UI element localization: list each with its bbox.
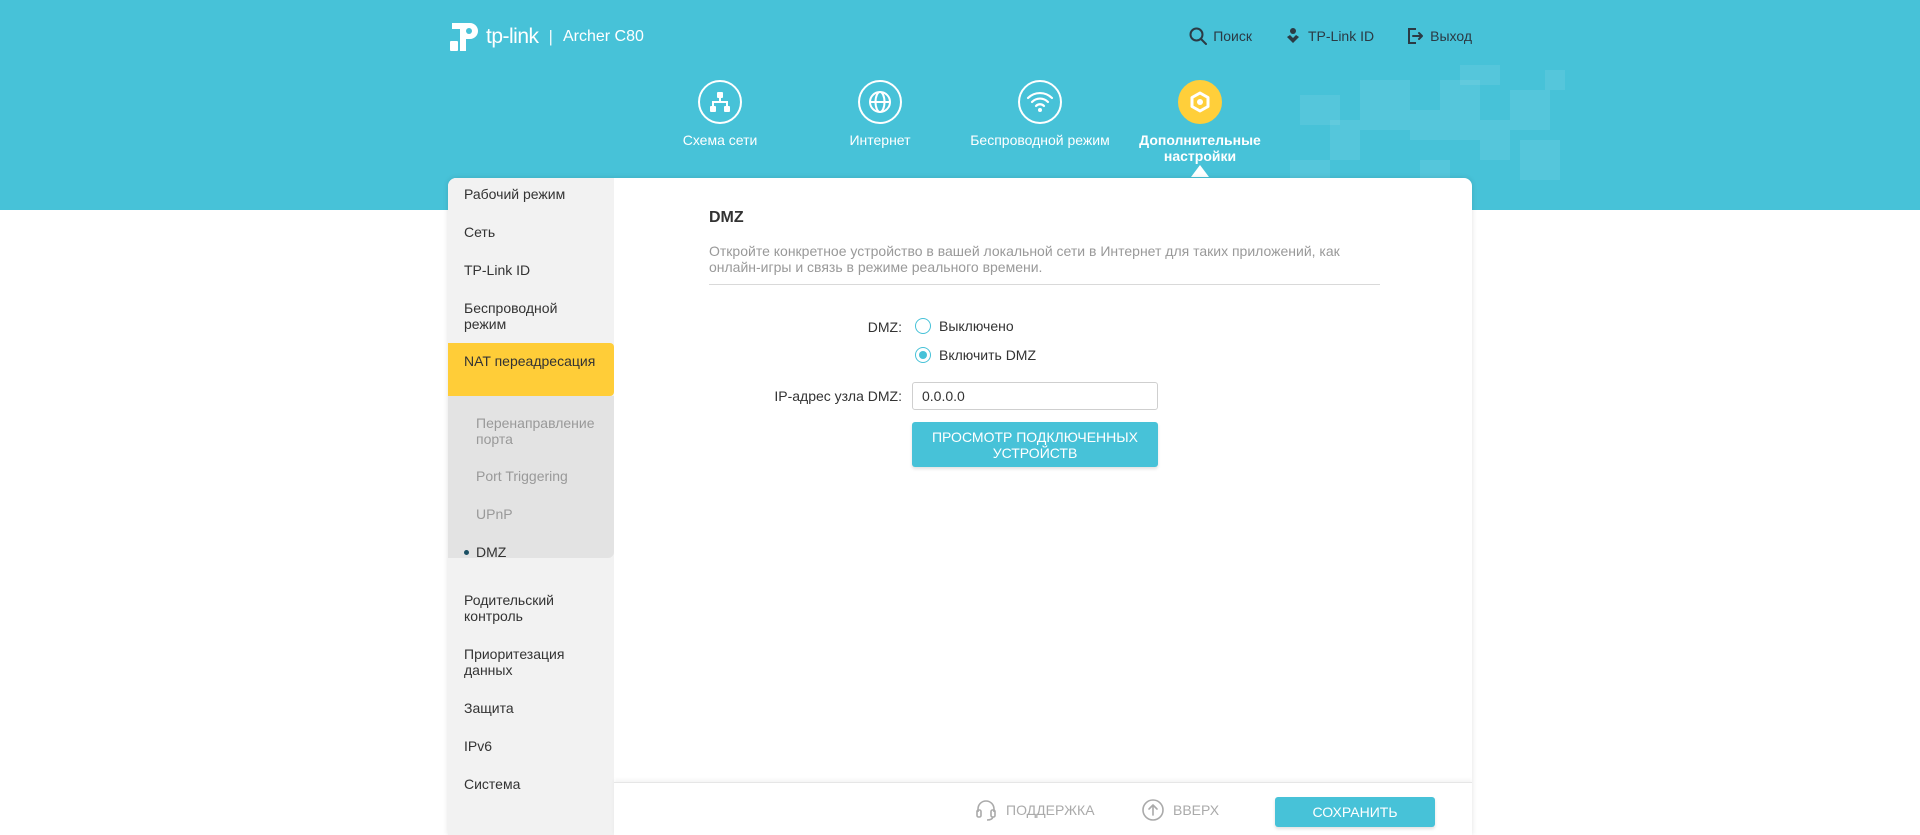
tab-internet-label: Интернет [849,132,911,148]
main-nav: Схема сети Интернет Беспроводной режим Д… [0,78,1920,178]
sidebar-item-operation-mode[interactable]: Рабочий режим [448,186,614,202]
back-to-top-label: ВВЕРХ [1173,802,1220,818]
sidebar-item-nat-forwarding[interactable]: NAT переадресация [448,343,614,396]
section-divider [709,284,1380,285]
sidebar-item-system[interactable]: Система [448,776,614,792]
headset-icon [976,800,996,821]
page-title: DMZ [709,209,744,226]
logout-button[interactable]: Выход [1406,27,1472,45]
gear-icon [1178,80,1222,124]
brand-separator: | [548,27,553,46]
dmz-on-label: Включить DMZ [939,347,1037,363]
sidebar-item-wireless[interactable]: Беспроводной режим [448,300,614,332]
tab-wireless-label: Беспроводной режим [970,132,1110,148]
nat-submenu: Перенаправление порта Port Triggering UP… [448,396,614,560]
network-map-icon [698,80,742,124]
tplink-logo[interactable]: tp-link | Archer C80 [448,19,644,55]
logout-icon [1408,28,1424,44]
page-description: Откройте конкретное устройство в вашей л… [709,243,1340,275]
tab-advanced[interactable]: Дополнительные настройки [1125,78,1275,164]
dmz-on-radio-circle [915,347,931,363]
dmz-off-radio[interactable]: Выключено [915,318,1014,334]
top-actions: Поиск TP-Link ID Выход [1189,27,1472,45]
logout-label: Выход [1430,28,1472,44]
globe-icon [858,80,902,124]
dmz-off-label: Выключено [939,318,1014,334]
sidebar: Рабочий режим Сеть TP-Link ID Беспроводн… [448,178,614,835]
footer-bar: ПОДДЕРЖКА ВВЕРХ СОХРАНИТЬ [614,782,1472,835]
search-label: Поиск [1213,28,1252,44]
wifi-icon [1018,80,1062,124]
tab-network-map[interactable]: Схема сети [645,78,795,148]
tplink-id-icon [1286,28,1299,43]
sidebar-item-tplink-id[interactable]: TP-Link ID [448,262,614,278]
support-link[interactable]: ПОДДЕРЖКА [974,798,1095,822]
view-connected-devices-button[interactable]: ПРОСМОТР ПОДКЛЮЧЕННЫХ УСТРОЙСТВ [912,422,1158,467]
sidebar-item-parental-controls[interactable]: Родительский контроль [448,592,614,624]
tab-network-map-label: Схема сети [682,132,758,148]
sidebar-item-security[interactable]: Защита [448,700,614,716]
save-button[interactable]: СОХРАНИТЬ [1275,797,1435,827]
main-content: DMZ Откройте конкретное устройство в ваш… [614,178,1472,782]
dmz-on-radio[interactable]: Включить DMZ [915,347,1036,363]
model-name: Archer C80 [562,28,644,45]
tplink-id-label: TP-Link ID [1307,28,1375,44]
search-icon [1189,27,1208,45]
sidebar-item-qos[interactable]: Приоритезация данных [448,646,614,678]
tab-wireless[interactable]: Беспроводной режим [965,78,1115,148]
tab-advanced-label: Дополнительные настройки [1139,132,1261,164]
sidebar-item-network[interactable]: Сеть [448,224,614,240]
support-label: ПОДДЕРЖКА [1006,802,1095,818]
tplink-id-button[interactable]: TP-Link ID [1284,27,1374,45]
dmz-ip-label: IP-адрес узла DMZ: [774,388,902,404]
dmz-off-radio-circle [915,318,931,334]
sidebar-subitem-dmz[interactable]: DMZ [476,544,606,560]
sidebar-subitem-port-triggering[interactable]: Port Triggering [476,468,606,484]
tab-internet[interactable]: Интернет [805,78,955,148]
sidebar-item-ipv6[interactable]: IPv6 [448,738,614,754]
tplink-logo-icon [448,19,482,55]
search-button[interactable]: Поиск [1189,27,1252,45]
active-tab-pointer [1191,165,1209,177]
settings-panel: Рабочий режим Сеть TP-Link ID Беспроводн… [448,178,1472,835]
sidebar-subitem-upnp[interactable]: UPnP [476,506,606,522]
dmz-label: DMZ: [867,319,902,335]
dmz-ip-input[interactable] [912,382,1158,410]
sidebar-subitem-port-forwarding[interactable]: Перенаправление порта [476,415,606,447]
back-to-top-link[interactable]: ВВЕРХ [1141,798,1219,822]
active-subitem-dot [464,550,469,555]
arrow-up-circle-icon [1142,799,1164,821]
brand-name: tp-link [486,25,539,48]
